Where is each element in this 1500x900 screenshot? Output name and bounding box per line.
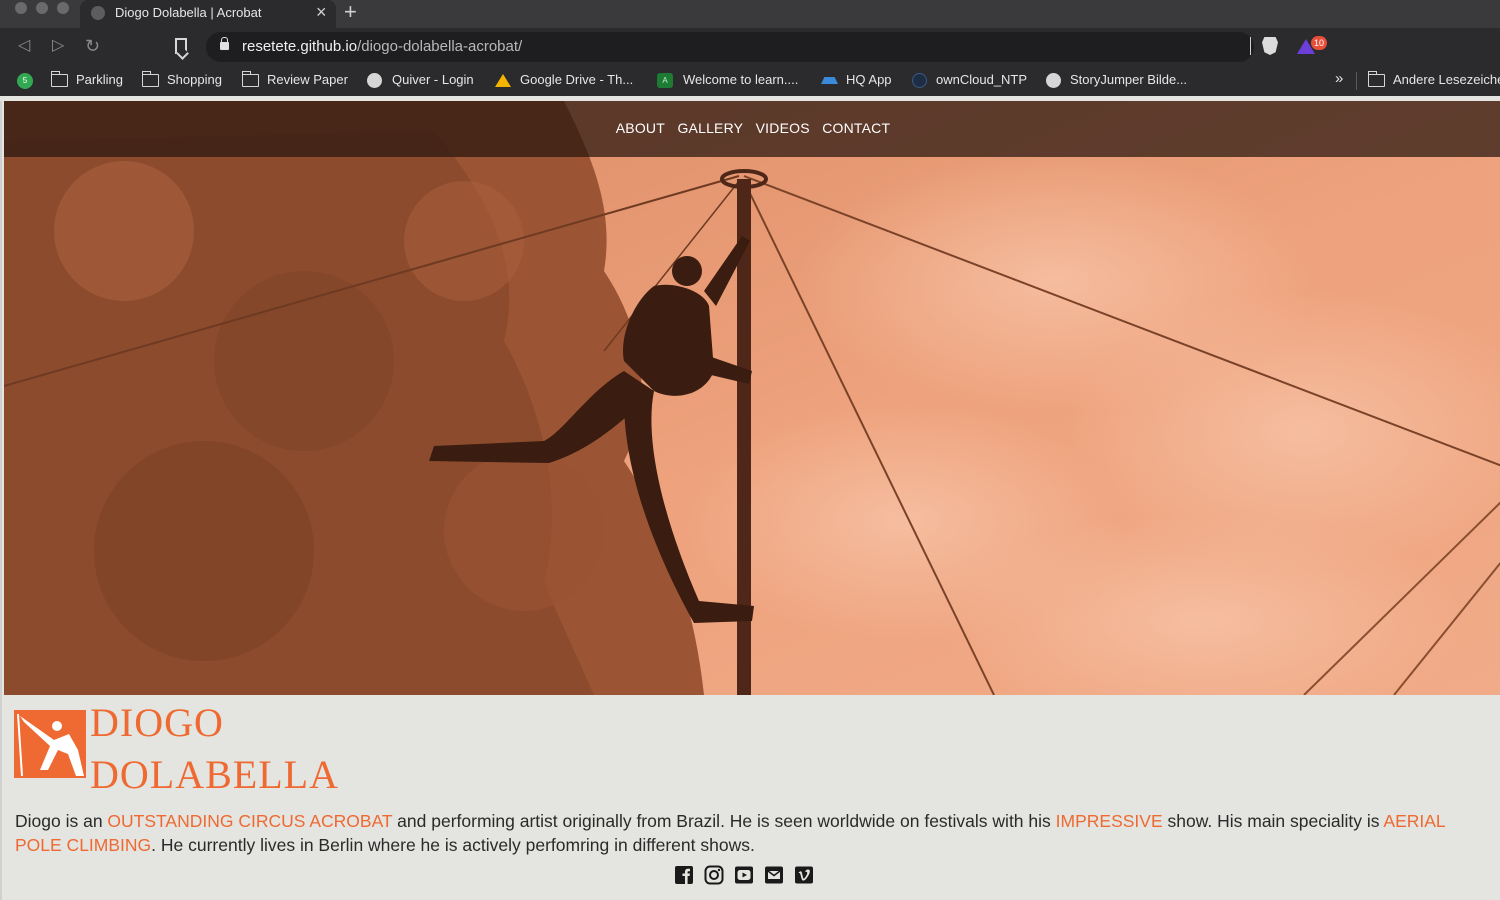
nav-gallery[interactable]: GALLERY	[677, 120, 743, 136]
url-path: /diogo-dolabella-acrobat/	[357, 38, 523, 55]
folder-icon	[1368, 71, 1385, 87]
about-section: DIOGO DOLABELLA Diogo is an OUTSTANDING …	[4, 695, 1500, 900]
folder-icon	[242, 71, 259, 87]
logo-first-name: DIOGO	[90, 700, 224, 745]
new-tab-icon[interactable]: +	[344, 0, 357, 24]
bookmark-welcome-to-learn[interactable]: Welcome to learn....	[683, 72, 798, 87]
whatsapp-icon[interactable]: 5	[17, 73, 33, 89]
tab-close-icon[interactable]: ×	[316, 2, 327, 22]
tab-title: Diogo Dolabella | Acrobat	[115, 5, 262, 20]
vimeo-icon[interactable]	[794, 865, 814, 885]
bookmark-parkling[interactable]: Parkling	[76, 72, 123, 87]
nav-contact[interactable]: CONTACT	[822, 120, 890, 136]
folder-icon	[142, 71, 159, 87]
tab-favicon-icon	[91, 6, 105, 20]
window-close-dot[interactable]	[15, 2, 27, 14]
hero-image: ABOUT GALLERY VIDEOS CONTACT	[4, 101, 1500, 695]
bio-text: show. His main speciality is	[1162, 811, 1384, 831]
bookmarks-bar: 5 Parkling Shopping Review Paper Quiver …	[0, 66, 1500, 96]
email-icon[interactable]	[764, 865, 784, 885]
nav-about[interactable]: ABOUT	[616, 120, 665, 136]
more-bookmarks-icon[interactable]: »	[1335, 70, 1343, 87]
back-icon[interactable]: ◁	[18, 35, 30, 57]
learning-icon: A	[657, 73, 673, 88]
bio-highlight-acrobat: OUTSTANDING CIRCUS ACROBAT	[107, 811, 393, 831]
bookmark-other-bookmarks[interactable]: Andere Lesezeichen	[1393, 72, 1500, 87]
url-host: resetete.github.io	[242, 38, 358, 55]
web-page: ABOUT GALLERY VIDEOS CONTACT DIOGO DOLAB…	[0, 101, 1500, 900]
reload-icon[interactable]: ↻	[85, 35, 100, 57]
instagram-icon[interactable]	[704, 865, 724, 885]
toolbar-divider	[1250, 37, 1251, 55]
browser-toolbar: ◁ ▷ ↻ resetete.github.io/diogo-dolabella…	[0, 28, 1500, 66]
acrobat-logo-icon	[14, 710, 86, 778]
nav-videos[interactable]: VIDEOS	[756, 120, 810, 136]
bookmark-review-paper[interactable]: Review Paper	[267, 72, 348, 87]
window-minimize-dot[interactable]	[36, 2, 48, 14]
browser-tab-bar: Diogo Dolabella | Acrobat × +	[0, 0, 1500, 28]
bio-highlight-impressive: IMPRESSIVE	[1055, 811, 1163, 831]
bookmark-owncloud[interactable]: ownCloud_NTP	[936, 72, 1027, 87]
bio-paragraph: Diogo is an OUTSTANDING CIRCUS ACROBAT a…	[15, 809, 1490, 857]
bookmark-storyjumper[interactable]: StoryJumper Bilde...	[1070, 72, 1187, 87]
logo-last-name: DOLABELLA	[90, 752, 339, 797]
hq-app-icon	[821, 77, 838, 84]
active-tab[interactable]: Diogo Dolabella | Acrobat ×	[80, 0, 336, 28]
globe-icon	[1046, 73, 1061, 88]
globe-icon	[367, 73, 382, 88]
youtube-icon[interactable]	[734, 865, 754, 885]
bookmark-hq-app[interactable]: HQ App	[846, 72, 892, 87]
lock-icon	[220, 37, 229, 50]
bookmark-page-icon[interactable]	[175, 38, 187, 54]
bookmark-google-drive[interactable]: Google Drive - Th...	[520, 72, 633, 87]
site-navbar: ABOUT GALLERY VIDEOS CONTACT	[4, 101, 1500, 157]
url-text[interactable]: resetete.github.io/diogo-dolabella-acrob…	[242, 38, 522, 55]
owncloud-icon	[912, 73, 927, 88]
bookmark-quiver-login[interactable]: Quiver - Login	[392, 72, 474, 87]
bio-text: . He currently lives in Berlin where he …	[151, 835, 755, 855]
bookmarks-divider	[1356, 72, 1357, 90]
rewards-badge: 10	[1311, 36, 1328, 50]
window-zoom-dot[interactable]	[57, 2, 69, 14]
address-bar[interactable]: resetete.github.io/diogo-dolabella-acrob…	[206, 32, 1254, 62]
google-drive-icon	[495, 74, 511, 87]
bio-text: and performing artist originally from Br…	[392, 811, 1056, 831]
bookmark-shopping[interactable]: Shopping	[167, 72, 222, 87]
facebook-icon[interactable]	[674, 865, 694, 885]
social-links	[674, 865, 824, 889]
brave-shields-icon[interactable]	[1262, 37, 1278, 55]
folder-icon	[51, 71, 68, 87]
bio-text: Diogo is an	[15, 811, 108, 831]
acrobat-pole-photo	[4, 101, 1500, 695]
forward-icon[interactable]: ▷	[52, 35, 64, 57]
